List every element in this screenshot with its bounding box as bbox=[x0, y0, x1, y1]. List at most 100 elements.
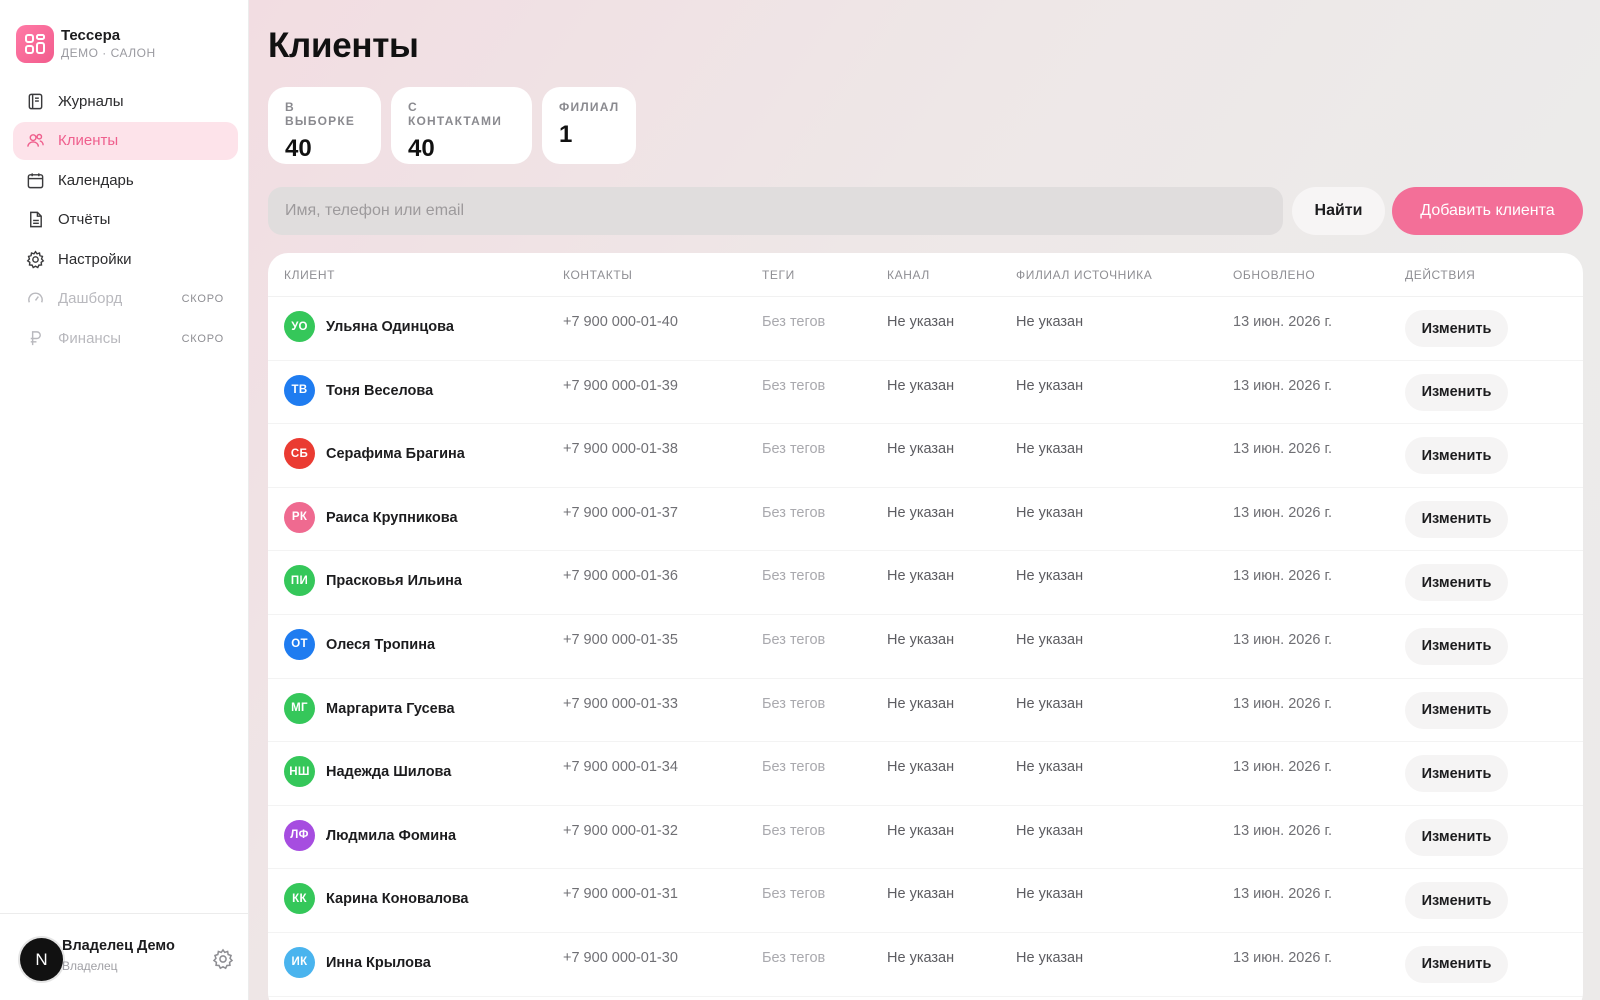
find-button[interactable]: Найти bbox=[1292, 187, 1385, 235]
table-row[interactable]: РК Раиса Крупникова +7 900 000-01-37 Без те… bbox=[268, 488, 1583, 552]
stat-value: 1 bbox=[559, 121, 573, 148]
stat-label: В ВЫБОРКЕ bbox=[285, 100, 356, 128]
sidebar-item-calendar[interactable]: Календарь bbox=[13, 161, 238, 199]
stat-card-selection: В ВЫБОРКЕ 40 bbox=[268, 87, 381, 164]
client-updated: 13 июн. 2026 г. bbox=[1233, 504, 1333, 521]
table-row[interactable]: ОТ Олеся Тропина +7 900 000-01-35 Без тегов… bbox=[268, 615, 1583, 679]
client-name[interactable]: Олеся Тропина bbox=[326, 637, 435, 653]
column-header-tags[interactable]: ТЕГИ bbox=[762, 268, 795, 282]
client-updated: 13 июн. 2026 г. bbox=[1233, 886, 1333, 903]
client-name[interactable]: Маргарита Гусева bbox=[326, 701, 455, 717]
stat-value: 40 bbox=[285, 135, 312, 162]
table-row[interactable]: МГ Маргарита Гусева +7 900 000-01-33 Без те… bbox=[268, 679, 1583, 743]
client-updated: 13 июн. 2026 г. bbox=[1233, 314, 1333, 330]
client-tags: Без тегов bbox=[762, 314, 826, 330]
client-name[interactable]: Ульяна Одинцова bbox=[326, 319, 454, 335]
avatar: КК bbox=[284, 883, 315, 915]
avatar: УО bbox=[284, 311, 315, 342]
column-header-channel[interactable]: КАНАЛ bbox=[887, 268, 930, 282]
avatar: СБ bbox=[284, 438, 315, 470]
stat-card-branch: ФИЛИАЛ 1 bbox=[542, 87, 636, 164]
client-channel: Не указан bbox=[887, 822, 955, 839]
edit-client-button[interactable]: Изменить bbox=[1405, 437, 1508, 475]
client-branch: Не указан bbox=[1016, 695, 1084, 712]
avatar: НШ bbox=[284, 756, 315, 788]
gear-icon[interactable] bbox=[212, 948, 234, 970]
table-row[interactable]: ПИ Прасковья Ильина +7 900 000-01-36 Без те… bbox=[268, 551, 1583, 615]
client-name[interactable]: Надежда Шилова bbox=[326, 764, 451, 780]
edit-client-button[interactable]: Изменить bbox=[1405, 310, 1508, 347]
sidebar-item-label: Отчёты bbox=[58, 211, 111, 229]
client-branch: Не указан bbox=[1016, 568, 1084, 585]
client-updated: 13 июн. 2026 г. bbox=[1233, 631, 1333, 648]
client-name[interactable]: Людмила Фомина bbox=[326, 828, 456, 844]
client-updated: 13 июн. 2026 г. bbox=[1233, 949, 1333, 966]
edit-client-button[interactable]: Изменить bbox=[1405, 500, 1508, 538]
table-row[interactable]: ЛФ Людмила Фомина +7 900 000-01-32 Без тего… bbox=[268, 806, 1583, 870]
calendar-icon bbox=[27, 173, 44, 189]
client-tags: Без тегов bbox=[762, 695, 826, 712]
client-updated: 13 июн. 2026 г. bbox=[1233, 695, 1333, 712]
edit-client-button[interactable]: Изменить bbox=[1405, 373, 1508, 411]
table-row[interactable]: ИК Инна Крылова +7 900 000-01-30 Без тегов Н… bbox=[268, 933, 1583, 997]
client-phone: +7 900 000-01-39 bbox=[563, 377, 678, 394]
report-icon bbox=[30, 211, 42, 228]
sidebar-item-label: Финансы bbox=[58, 330, 121, 348]
sidebar-item-label: Журналы bbox=[58, 92, 124, 110]
column-header-branch[interactable]: ФИЛИАЛ ИСТОЧНИКА bbox=[1016, 268, 1152, 282]
edit-client-button[interactable]: Изменить bbox=[1405, 564, 1508, 602]
sidebar-nav: Журналы Клиенты Календарь Отчёты Настрой… bbox=[13, 82, 238, 359]
sidebar-item-journals[interactable]: Журналы bbox=[13, 82, 238, 120]
client-phone: +7 900 000-01-34 bbox=[563, 759, 678, 776]
client-branch: Не указан bbox=[1016, 504, 1084, 521]
edit-client-button[interactable]: Изменить bbox=[1405, 945, 1508, 983]
client-name[interactable]: Тоня Веселова bbox=[326, 383, 433, 399]
search-row: Найти Добавить клиента bbox=[268, 187, 1583, 235]
table-row[interactable]: НШ Надежда Шилова +7 900 000-01-34 Без тего… bbox=[268, 742, 1583, 806]
soon-badge: СКОРО bbox=[181, 292, 224, 305]
client-name[interactable]: Прасковья Ильина bbox=[326, 573, 462, 589]
sidebar-item-dashboard: Дашборд СКОРО bbox=[13, 280, 238, 318]
column-header-contacts[interactable]: КОНТАКТЫ bbox=[563, 268, 633, 282]
edit-client-button[interactable]: Изменить bbox=[1405, 882, 1508, 920]
edit-client-button[interactable]: Изменить bbox=[1405, 818, 1508, 856]
stat-value: 40 bbox=[408, 135, 435, 162]
client-name[interactable]: Серафима Брагина bbox=[326, 446, 465, 462]
client-phone: +7 900 000-01-33 bbox=[563, 695, 678, 712]
client-channel: Не указан bbox=[887, 568, 955, 585]
avatar: ИК bbox=[284, 946, 315, 978]
client-channel: Не указан bbox=[887, 504, 955, 521]
client-tags: Без тегов bbox=[762, 441, 826, 458]
sidebar-item-reports[interactable]: Отчёты bbox=[13, 201, 238, 239]
client-tags: Без тегов bbox=[762, 568, 826, 585]
avatar[interactable]: N bbox=[20, 938, 63, 981]
edit-client-button[interactable]: Изменить bbox=[1405, 691, 1508, 729]
sidebar-item-finance: Финансы СКОРО bbox=[13, 320, 238, 358]
search-input[interactable] bbox=[268, 187, 1283, 235]
client-name[interactable]: Инна Крылова bbox=[326, 955, 431, 971]
client-branch: Не указан bbox=[1016, 759, 1084, 776]
client-name[interactable]: Карина Коновалова bbox=[326, 891, 469, 907]
table-row[interactable]: СБ Серафима Брагина +7 900 000-01-38 Без те… bbox=[268, 424, 1583, 488]
table-row[interactable]: КК Карина Коновалова +7 900 000-01-31 Без т… bbox=[268, 869, 1583, 933]
edit-client-button[interactable]: Изменить bbox=[1405, 755, 1508, 793]
add-client-button[interactable]: Добавить клиента bbox=[1392, 187, 1583, 235]
gauge-icon bbox=[28, 293, 43, 304]
sidebar-item-label: Календарь bbox=[58, 171, 134, 189]
sidebar-item-clients[interactable]: Клиенты bbox=[13, 121, 238, 160]
client-name[interactable]: Раиса Крупникова bbox=[326, 510, 458, 526]
column-header-client[interactable]: КЛИЕНТ bbox=[284, 268, 335, 282]
sidebar-item-settings[interactable]: Настройки bbox=[13, 240, 238, 278]
column-header-updated[interactable]: ОБНОВЛЕНО bbox=[1233, 268, 1315, 282]
avatar: РК bbox=[284, 501, 315, 533]
edit-client-button[interactable]: Изменить bbox=[1405, 627, 1508, 665]
brand[interactable]: Тессера ДЕМО · САЛОН bbox=[16, 25, 156, 63]
table-body: УО Ульяна Одинцова +7 900 000-01-40 Без тег… bbox=[268, 297, 1583, 997]
client-updated: 13 июн. 2026 г. bbox=[1233, 441, 1333, 458]
table-row[interactable]: УО Ульяна Одинцова +7 900 000-01-40 Без тег… bbox=[268, 297, 1583, 361]
table-row[interactable]: ТВ Тоня Веселова +7 900 000-01-39 Без тегов… bbox=[268, 361, 1583, 425]
client-updated: 13 июн. 2026 г. bbox=[1233, 822, 1333, 839]
avatar: ЛФ bbox=[284, 819, 315, 851]
sidebar-item-label: Настройки bbox=[58, 250, 132, 268]
client-tags: Без тегов bbox=[762, 886, 826, 903]
